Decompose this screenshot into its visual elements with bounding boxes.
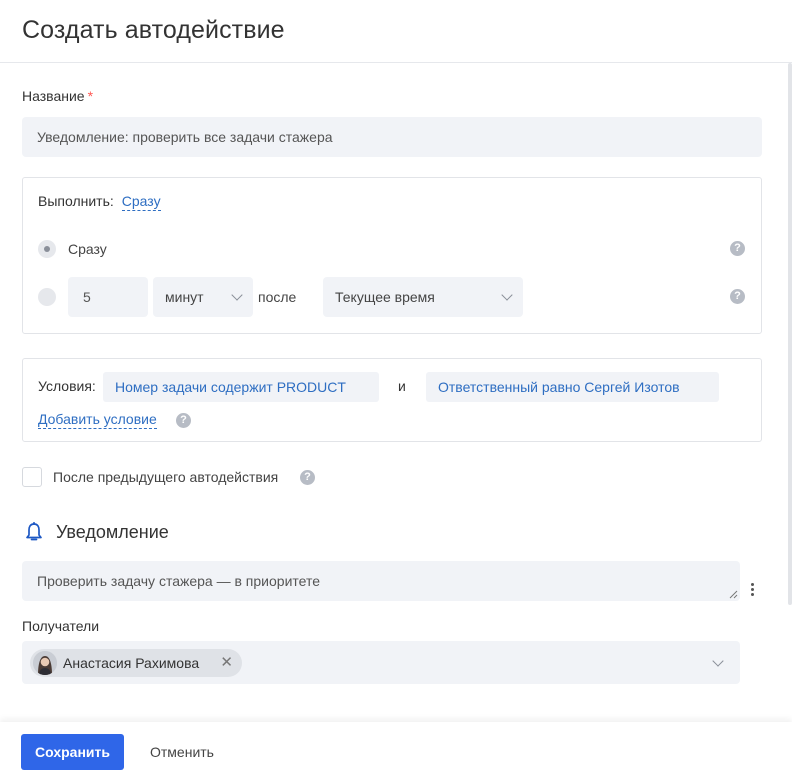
chevron-down-icon[interactable] — [712, 654, 724, 667]
condition-text: Номер задачи содержит PRODUCT — [115, 379, 346, 395]
name-input-value: Уведомление: проверить все задачи стажер… — [37, 129, 333, 145]
name-label-text: Название — [22, 88, 85, 104]
help-icon[interactable]: ? — [730, 241, 745, 256]
notification-message: Проверить задачу стажера — в приоритете — [37, 573, 321, 589]
radio-delayed[interactable] — [38, 288, 56, 306]
radio-immediately[interactable] — [38, 240, 56, 258]
dialog-title: Создать автодействие — [22, 16, 285, 44]
recipient-tag: Анастасия Рахимова ✕ — [30, 649, 242, 677]
name-label: Название * — [22, 88, 93, 104]
help-icon[interactable]: ? — [176, 413, 191, 428]
delay-value-input[interactable]: 5 — [68, 277, 148, 317]
execute-panel: Выполнить: Сразу Сразу ? 5 минут после Т… — [22, 177, 762, 334]
help-icon[interactable]: ? — [730, 289, 745, 304]
chevron-down-icon — [231, 289, 243, 301]
reference-select-value: Текущее время — [335, 289, 435, 305]
unit-select-value: минут — [165, 289, 204, 305]
unit-select[interactable]: минут — [153, 277, 253, 317]
condition-joiner: и — [398, 378, 406, 394]
bell-icon — [26, 522, 42, 541]
chevron-down-icon — [501, 289, 513, 301]
recipients-label: Получатели — [22, 618, 100, 634]
remove-recipient-icon[interactable]: ✕ — [220, 655, 233, 671]
after-previous-label: После предыдущего автодействия — [53, 469, 279, 485]
delay-value: 5 — [83, 289, 91, 305]
dialog-footer: Сохранить Отменить — [0, 722, 792, 776]
avatar — [33, 651, 57, 675]
recipients-select[interactable]: Анастасия Рахимова ✕ — [22, 641, 740, 684]
resize-handle-icon[interactable] — [729, 590, 738, 599]
radio-immediately-label: Сразу — [68, 241, 107, 257]
recipient-name: Анастасия Рахимова — [63, 655, 200, 671]
required-mark: * — [87, 88, 94, 104]
dialog-header: Создать автодействие — [0, 0, 792, 63]
more-options-icon[interactable] — [751, 583, 755, 598]
scrollbar[interactable] — [788, 63, 792, 605]
reference-select[interactable]: Текущее время — [323, 277, 523, 317]
notification-message-input[interactable]: Проверить задачу стажера — в приоритете — [22, 561, 740, 601]
execute-mode-link[interactable]: Сразу — [121, 193, 161, 211]
condition-text: Ответственный равно Сергей Изотов — [438, 379, 680, 395]
notification-title: Уведомление — [56, 522, 169, 542]
execute-label: Выполнить: — [38, 193, 114, 209]
after-previous-checkbox[interactable] — [22, 467, 42, 487]
conditions-label: Условия: — [38, 378, 96, 394]
conditions-panel: Условия: Номер задачи содержит PRODUCT и… — [22, 358, 762, 442]
condition-chip[interactable]: Ответственный равно Сергей Изотов — [426, 372, 719, 402]
cancel-button[interactable]: Отменить — [140, 734, 224, 770]
condition-chip[interactable]: Номер задачи содержит PRODUCT — [103, 372, 379, 402]
after-label: после — [258, 289, 297, 305]
add-condition-link[interactable]: Добавить условие — [38, 411, 157, 429]
execute-header: Выполнить: Сразу — [38, 193, 161, 211]
name-input[interactable]: Уведомление: проверить все задачи стажер… — [22, 117, 762, 157]
help-icon[interactable]: ? — [300, 470, 315, 485]
save-button[interactable]: Сохранить — [21, 734, 124, 770]
